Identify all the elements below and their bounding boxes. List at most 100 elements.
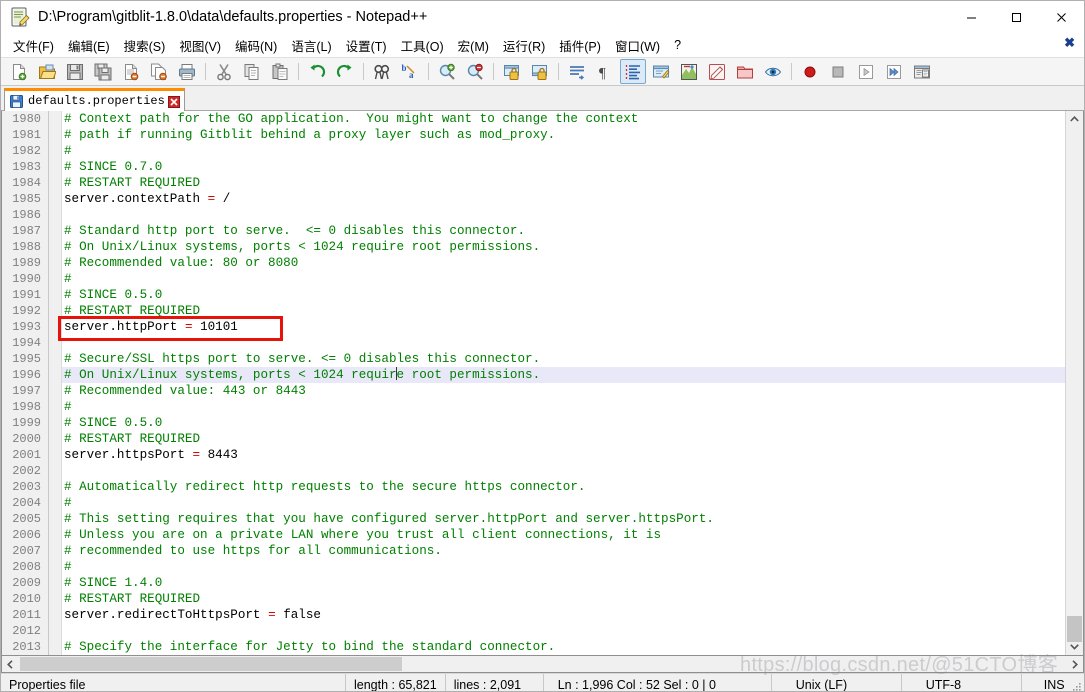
zoom-out-icon[interactable]	[462, 59, 488, 84]
horizontal-scroll-thumb[interactable]	[20, 657, 402, 671]
scroll-up-arrow[interactable]	[1066, 111, 1083, 128]
code-line[interactable]: 2003 # Automatically redirect http reques…	[2, 479, 1065, 495]
code-line[interactable]: 2009 # SINCE 1.4.0	[2, 575, 1065, 591]
code-text[interactable]: #	[62, 399, 72, 415]
menu-macro[interactable]: 宏(M)	[451, 33, 496, 58]
code-text[interactable]	[62, 207, 72, 223]
code-line[interactable]: 2005 # This setting requires that you hav…	[2, 511, 1065, 527]
code-line[interactable]: 1984 # RESTART REQUIRED	[2, 175, 1065, 191]
code-line[interactable]: 2004 #	[2, 495, 1065, 511]
fold-margin[interactable]	[48, 143, 62, 159]
code-text[interactable]	[62, 463, 72, 479]
code-text[interactable]: # On Unix/Linux systems, ports < 1024 re…	[62, 367, 540, 383]
code-line[interactable]: 1998 #	[2, 399, 1065, 415]
fold-margin[interactable]	[48, 255, 62, 271]
tab-close-icon[interactable]	[167, 95, 180, 108]
code-text[interactable]: #	[62, 271, 72, 287]
fold-margin[interactable]	[48, 127, 62, 143]
code-text[interactable]	[62, 335, 72, 351]
code-line[interactable]: 2002	[2, 463, 1065, 479]
fold-margin[interactable]	[48, 207, 62, 223]
code-text[interactable]: # RESTART REQUIRED	[62, 303, 200, 319]
code-text[interactable]: #	[62, 559, 72, 575]
code-line[interactable]: 1992 # RESTART REQUIRED	[2, 303, 1065, 319]
fold-margin[interactable]	[48, 319, 62, 335]
code-text[interactable]: # SINCE 1.4.0	[62, 575, 162, 591]
fold-margin[interactable]	[48, 383, 62, 399]
code-text[interactable]: server.redirectToHttpsPort = false	[62, 607, 321, 623]
code-text[interactable]: # Standard http port to serve. <= 0 disa…	[62, 223, 525, 239]
vertical-scrollbar[interactable]	[1065, 111, 1083, 655]
code-text[interactable]: # path if running Gitblit behind a proxy…	[62, 127, 555, 143]
code-line[interactable]: 2006 # Unless you are on a private LAN wh…	[2, 527, 1065, 543]
code-line[interactable]: 1982 #	[2, 143, 1065, 159]
code-text[interactable]: server.contextPath = /	[62, 191, 230, 207]
menu-file[interactable]: 文件(F)	[6, 33, 61, 58]
undo-icon[interactable]	[304, 59, 330, 84]
menu-run[interactable]: 运行(R)	[496, 33, 552, 58]
code-text[interactable]: # This setting requires that you have co…	[62, 511, 714, 527]
fold-margin[interactable]	[48, 239, 62, 255]
fold-margin[interactable]	[48, 639, 62, 655]
minimize-button[interactable]	[949, 1, 994, 33]
fold-margin[interactable]	[48, 271, 62, 287]
fold-margin[interactable]	[48, 591, 62, 607]
fold-margin[interactable]	[48, 495, 62, 511]
fold-margin[interactable]	[48, 575, 62, 591]
document-map-icon[interactable]	[676, 59, 702, 84]
fold-margin[interactable]	[48, 447, 62, 463]
code-text[interactable]: # SINCE 0.7.0	[62, 159, 162, 175]
code-line[interactable]: 2007 # recommended to use https for all c…	[2, 543, 1065, 559]
code-line[interactable]: 1987 # Standard http port to serve. <= 0 …	[2, 223, 1065, 239]
fold-margin[interactable]	[48, 479, 62, 495]
fold-margin[interactable]	[48, 303, 62, 319]
code-line[interactable]: 1986	[2, 207, 1065, 223]
fold-margin[interactable]	[48, 559, 62, 575]
menu-encoding[interactable]: 编码(N)	[228, 33, 284, 58]
code-text[interactable]: server.httpsPort = 8443	[62, 447, 238, 463]
fold-margin[interactable]	[48, 335, 62, 351]
scroll-right-arrow[interactable]	[1066, 657, 1083, 672]
code-line[interactable]: 1995 # Secure/SSL https port to serve. <=…	[2, 351, 1065, 367]
resize-grip-icon[interactable]	[1070, 681, 1082, 691]
code-text[interactable]: # Automatically redirect http requests t…	[62, 479, 585, 495]
tab-defaults-properties[interactable]: defaults.properties	[4, 88, 185, 111]
play-macro-icon[interactable]	[853, 59, 879, 84]
fold-margin[interactable]	[48, 399, 62, 415]
sync-horizontal-scroll-icon[interactable]	[527, 59, 553, 84]
save-all-icon[interactable]	[90, 59, 116, 84]
code-text[interactable]: # SINCE 0.5.0	[62, 415, 162, 431]
code-text[interactable]: # Unless you are on a private LAN where …	[62, 527, 661, 543]
menu-language[interactable]: 语言(L)	[284, 33, 338, 58]
code-line[interactable]: 1989 # Recommended value: 80 or 8080	[2, 255, 1065, 271]
fold-margin[interactable]	[48, 607, 62, 623]
menu-help[interactable]: ?	[667, 35, 688, 55]
code-lines[interactable]: 1980 # Context path for the GO applicatio…	[2, 111, 1065, 655]
word-wrap-icon[interactable]	[564, 59, 590, 84]
fold-margin[interactable]	[48, 159, 62, 175]
fold-margin[interactable]	[48, 111, 62, 127]
code-line[interactable]: 1988 # On Unix/Linux systems, ports < 102…	[2, 239, 1065, 255]
code-line[interactable]: 2011 server.redirectToHttpsPort = false	[2, 607, 1065, 623]
find-icon[interactable]	[369, 59, 395, 84]
menu-plugins[interactable]: 插件(P)	[552, 33, 608, 58]
monitoring-icon[interactable]	[760, 59, 786, 84]
code-line[interactable]: 1983 # SINCE 0.7.0	[2, 159, 1065, 175]
cut-icon[interactable]	[211, 59, 237, 84]
fold-margin[interactable]	[48, 623, 62, 639]
code-line[interactable]: 1985 server.contextPath = /	[2, 191, 1065, 207]
code-line[interactable]: 2000 # RESTART REQUIRED	[2, 431, 1065, 447]
close-document-icon[interactable]: ✖	[1064, 36, 1075, 49]
code-line[interactable]: 1991 # SINCE 0.5.0	[2, 287, 1065, 303]
code-line[interactable]: 1981 # path if running Gitblit behind a p…	[2, 127, 1065, 143]
fold-margin[interactable]	[48, 351, 62, 367]
sync-vertical-scroll-icon[interactable]	[499, 59, 525, 84]
save-macro-icon[interactable]	[909, 59, 935, 84]
menu-view[interactable]: 视图(V)	[172, 33, 228, 58]
menu-search[interactable]: 搜索(S)	[117, 33, 173, 58]
close-window-button[interactable]	[1039, 1, 1084, 33]
code-line[interactable]: 2001 server.httpsPort = 8443	[2, 447, 1065, 463]
menu-window[interactable]: 窗口(W)	[608, 33, 667, 58]
code-line[interactable]: 2013 # Specify the interface for Jetty to…	[2, 639, 1065, 655]
code-text[interactable]: # RESTART REQUIRED	[62, 175, 200, 191]
